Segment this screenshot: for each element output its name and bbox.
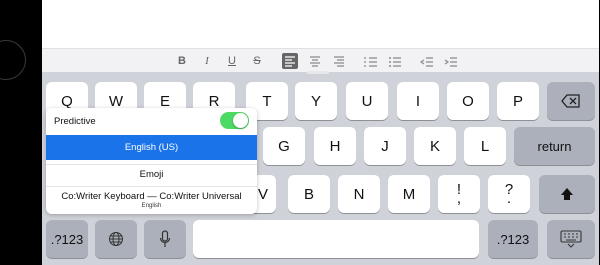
key-p[interactable]: P [497, 82, 539, 120]
ipad-screen: B I U S Q W E R T Y U I O P G H J K L re… [42, 0, 599, 265]
cowriter-sublabel: English [141, 203, 162, 209]
key-h[interactable]: H [314, 127, 356, 165]
hide-keyboard-key[interactable] [547, 220, 595, 258]
indent-decrease-icon[interactable] [419, 53, 434, 69]
numbered-list-icon[interactable] [364, 53, 378, 69]
bold-button[interactable]: B [176, 53, 188, 69]
key-question-period[interactable]: ?. [488, 175, 530, 213]
backspace-key[interactable] [547, 82, 595, 120]
align-left-icon[interactable] [282, 53, 298, 69]
predictive-toggle[interactable] [220, 112, 249, 129]
numbers-key-right[interactable]: .?123 [488, 220, 538, 258]
key-m[interactable]: M [388, 175, 430, 213]
strikethrough-button[interactable]: S [251, 53, 263, 69]
language-option-english-us[interactable]: English (US) [46, 135, 257, 160]
align-right-icon[interactable] [332, 53, 346, 69]
keyboard-hide-icon [560, 230, 582, 248]
key-y[interactable]: Y [295, 82, 337, 120]
key-bottom-char: , [456, 190, 462, 207]
document-area[interactable] [42, 0, 599, 48]
numbers-key-left[interactable]: .?123 [46, 220, 88, 258]
key-o[interactable]: O [447, 82, 489, 120]
underline-button[interactable]: U [226, 53, 238, 69]
indent-increase-icon[interactable] [444, 53, 458, 69]
space-bar[interactable] [193, 220, 479, 258]
key-exclaim-comma[interactable]: !, [438, 175, 480, 213]
home-button[interactable] [0, 40, 26, 80]
keyboard-language-menu: Predictive English (US) Emoji Co:Writer … [46, 108, 257, 214]
return-key[interactable]: return [514, 127, 595, 165]
key-i[interactable]: I [397, 82, 439, 120]
format-toolbar: B I U S [42, 48, 599, 72]
dictation-key[interactable] [144, 220, 186, 258]
backspace-icon [561, 94, 580, 108]
key-u[interactable]: U [346, 82, 388, 120]
microphone-icon [159, 230, 171, 247]
key-bottom-char: . [506, 190, 512, 207]
language-option-cowriter[interactable]: Co:Writer Keyboard — Co:Writer Universal… [46, 186, 257, 214]
key-g[interactable]: G [263, 127, 305, 165]
align-center-icon[interactable] [308, 53, 322, 69]
key-b[interactable]: B [288, 175, 330, 213]
key-j[interactable]: J [364, 127, 406, 165]
keyboard-drag-handle[interactable] [307, 71, 329, 74]
device-frame: B I U S Q W E R T Y U I O P G H J K L re… [0, 0, 600, 265]
key-k[interactable]: K [414, 127, 456, 165]
shift-icon [561, 188, 573, 200]
shift-key[interactable] [539, 175, 595, 213]
bulleted-list-icon[interactable] [388, 53, 402, 69]
language-option-emoji[interactable]: Emoji [46, 164, 257, 184]
globe-key[interactable] [95, 220, 137, 258]
globe-icon [109, 232, 123, 246]
key-l[interactable]: L [464, 127, 506, 165]
italic-button[interactable]: I [201, 53, 213, 69]
key-n[interactable]: N [338, 175, 380, 213]
cowriter-label: Co:Writer Keyboard — Co:Writer Universal [61, 191, 242, 202]
